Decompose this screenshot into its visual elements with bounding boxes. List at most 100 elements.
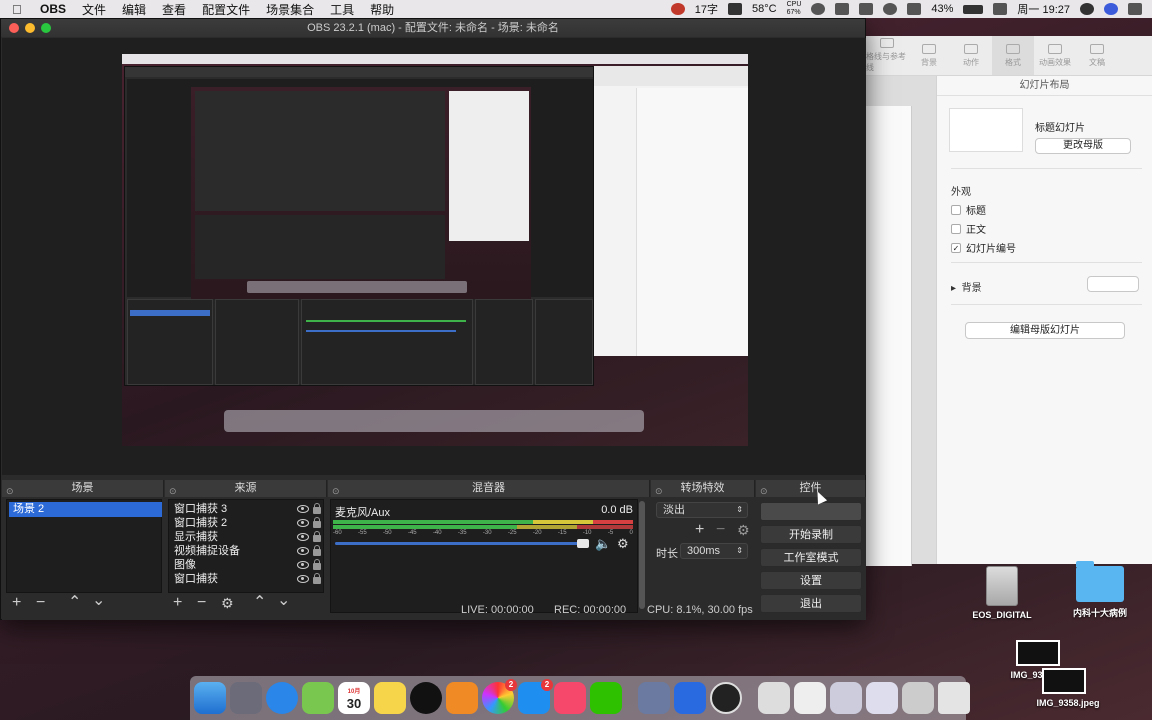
- remove-transition-button[interactable]: −: [716, 522, 725, 538]
- clipboard-icon[interactable]: [728, 3, 743, 15]
- menu-tools[interactable]: 工具: [330, 1, 354, 18]
- menu-scene-collection[interactable]: 场景集合: [266, 1, 314, 18]
- volume-icon[interactable]: [907, 3, 922, 15]
- toolbar-actions[interactable]: 动作: [950, 36, 992, 75]
- toolbar-guides[interactable]: 格线与参考线: [866, 36, 908, 75]
- minimize-button[interactable]: [25, 23, 35, 33]
- word-count-label[interactable]: 17字: [695, 1, 718, 17]
- option-slide-number[interactable]: ✓ 幻灯片编号: [951, 240, 1016, 255]
- desktop-image-2[interactable]: IMG_9358.jpeg: [1026, 668, 1110, 708]
- clock[interactable]: 周一 19:27: [1017, 1, 1070, 17]
- remove-scene-button[interactable]: −: [36, 595, 45, 611]
- source-up-button[interactable]: ⌃: [253, 595, 266, 611]
- recent-doc-icon[interactable]: [830, 682, 862, 714]
- recent-doc-icon[interactable]: [794, 682, 826, 714]
- eye-icon[interactable]: [297, 505, 309, 513]
- scene-down-button[interactable]: ⌄: [92, 593, 105, 609]
- toolbar-format[interactable]: 格式: [992, 36, 1034, 75]
- recent-doc-icon[interactable]: [758, 682, 790, 714]
- record-tray-icon[interactable]: [670, 3, 685, 15]
- layout-thumbnail[interactable]: [949, 108, 1023, 152]
- checkbox-title[interactable]: [951, 204, 961, 215]
- wifi-icon[interactable]: [883, 3, 898, 15]
- toolbar-document[interactable]: 文稿: [1076, 36, 1118, 75]
- safari-icon[interactable]: [266, 682, 298, 714]
- window-titlebar[interactable]: OBS 23.2.1 (mac) - 配置文件: 未命名 - 场景: 未命名: [1, 19, 865, 37]
- eye-icon[interactable]: [297, 533, 309, 541]
- preview-canvas[interactable]: [2, 38, 866, 475]
- keynote-icon[interactable]: [674, 682, 706, 714]
- scene-item[interactable]: 场景 2: [9, 502, 162, 517]
- temperature-label[interactable]: 58°C: [752, 3, 777, 15]
- calendar-icon[interactable]: 10月 30: [338, 682, 370, 714]
- airplay-icon[interactable]: [859, 3, 874, 15]
- speaker-icon[interactable]: 🔈: [595, 536, 611, 552]
- option-body[interactable]: 正文: [951, 221, 986, 236]
- music-icon[interactable]: [554, 682, 586, 714]
- source-item[interactable]: 显示捕获: [171, 530, 325, 544]
- bluetooth-icon[interactable]: [835, 3, 850, 15]
- obs-icon[interactable]: [710, 682, 742, 714]
- menu-view[interactable]: 查看: [162, 1, 186, 18]
- add-scene-button[interactable]: +: [12, 595, 21, 611]
- books-icon[interactable]: [446, 682, 478, 714]
- mixer-scrollbar[interactable]: [639, 501, 645, 609]
- remove-source-button[interactable]: −: [197, 595, 206, 611]
- option-title[interactable]: 标题: [951, 202, 986, 217]
- duration-spinner[interactable]: 300ms ⇕: [680, 543, 748, 559]
- battery-icon[interactable]: [963, 4, 984, 14]
- lock-icon[interactable]: [313, 503, 321, 514]
- transition-select[interactable]: 淡出 ⇕: [656, 502, 748, 518]
- studio-mode-button[interactable]: 工作室模式: [760, 548, 862, 567]
- add-source-button[interactable]: +: [173, 595, 182, 611]
- background-fill-well[interactable]: [1087, 276, 1139, 292]
- desktop-drive[interactable]: EOS_DIGITAL: [966, 566, 1038, 620]
- siri-icon[interactable]: [1104, 3, 1118, 15]
- toolbar-animate[interactable]: 动画效果: [1034, 36, 1076, 75]
- desktop-folder[interactable]: 内科十大病例: [1062, 561, 1138, 619]
- spotlight-icon[interactable]: [1080, 3, 1094, 15]
- float-icon[interactable]: ⊙: [655, 483, 663, 500]
- eye-icon[interactable]: [297, 547, 309, 555]
- eye-icon[interactable]: [297, 575, 309, 583]
- float-icon[interactable]: ⊙: [6, 483, 14, 500]
- lock-icon[interactable]: [313, 517, 321, 528]
- float-icon[interactable]: ⊙: [760, 483, 768, 500]
- source-item[interactable]: 窗口捕获 2: [171, 516, 325, 530]
- notification-center-icon[interactable]: [1128, 3, 1142, 15]
- change-master-button[interactable]: 更改母版: [1035, 138, 1131, 154]
- volume-slider[interactable]: [335, 542, 587, 545]
- finder-icon[interactable]: [194, 682, 226, 714]
- notes-icon[interactable]: [374, 682, 406, 714]
- recent-doc-icon[interactable]: [902, 682, 934, 714]
- menu-profile[interactable]: 配置文件: [202, 1, 250, 18]
- cpu-meter[interactable]: CPU 67%: [787, 1, 802, 17]
- launchpad-icon[interactable]: [230, 682, 262, 714]
- lock-icon[interactable]: [313, 559, 321, 570]
- maps-icon[interactable]: [302, 682, 334, 714]
- start-streaming-button[interactable]: [760, 502, 862, 521]
- eye-icon[interactable]: [297, 519, 309, 527]
- source-item[interactable]: 窗口捕获 3: [171, 502, 325, 516]
- app-store-icon[interactable]: 2: [518, 679, 553, 714]
- source-properties-gear-icon[interactable]: ⚙: [221, 595, 234, 611]
- slide-preview[interactable]: [866, 106, 912, 566]
- input-source-icon[interactable]: [993, 3, 1008, 15]
- menu-obs[interactable]: OBS: [40, 2, 66, 16]
- screenshot-app-icon[interactable]: [638, 682, 670, 714]
- wechat-icon[interactable]: [590, 682, 622, 714]
- background-disclosure[interactable]: ▸ 背景: [951, 279, 982, 294]
- add-transition-button[interactable]: +: [695, 522, 704, 538]
- trash-icon[interactable]: [938, 682, 970, 714]
- qq-icon[interactable]: [410, 682, 442, 714]
- lock-icon[interactable]: [313, 531, 321, 542]
- stepper-icon[interactable]: ⇕: [736, 544, 743, 558]
- time-machine-icon[interactable]: [811, 3, 826, 15]
- float-icon[interactable]: ⊙: [332, 483, 340, 500]
- scene-up-button[interactable]: ⌃: [68, 595, 81, 611]
- sources-list[interactable]: 窗口捕获 3 窗口捕获 2 显示捕获 视频捕捉设备 图像 窗口捕获: [168, 499, 324, 593]
- menu-help[interactable]: 帮助: [370, 1, 394, 18]
- zoom-button[interactable]: [41, 23, 51, 33]
- source-item[interactable]: 图像: [171, 558, 325, 572]
- lock-icon[interactable]: [313, 573, 321, 584]
